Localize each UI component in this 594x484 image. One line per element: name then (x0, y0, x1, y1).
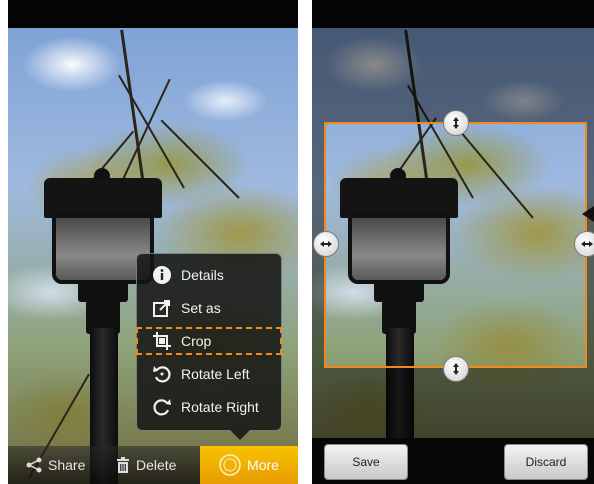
delete-label: Delete (136, 457, 177, 473)
trash-icon (116, 457, 130, 473)
crop-handle-right[interactable] (574, 231, 594, 257)
vertical-arrows-icon (453, 117, 459, 129)
pointer-arrow-icon (582, 206, 594, 222)
discard-label: Discard (525, 455, 567, 469)
action-bar: Share Delete More (8, 446, 298, 484)
status-bar (8, 0, 298, 28)
crop-handle-bottom[interactable] (443, 356, 469, 382)
set-as-icon (151, 297, 173, 319)
share-button[interactable]: Share (26, 446, 85, 484)
more-button[interactable]: More (200, 446, 298, 484)
more-icon (219, 454, 241, 476)
menu-item-label: Rotate Right (181, 399, 259, 415)
crop-screen: Save Discard (312, 0, 594, 484)
menu-pointer (230, 430, 250, 440)
discard-button[interactable]: Discard (504, 444, 588, 480)
rotate-left-icon (151, 363, 173, 385)
horizontal-arrows-icon (320, 241, 332, 247)
share-icon (26, 457, 42, 473)
crop-rectangle[interactable] (324, 122, 587, 368)
crop-handle-left[interactable] (313, 231, 339, 257)
tree-branch (118, 78, 171, 189)
status-bar (312, 0, 594, 28)
menu-item-label: Rotate Left (181, 366, 250, 382)
tree-branch (160, 119, 240, 199)
horizontal-arrows-icon (581, 241, 593, 247)
menu-item-set-as[interactable]: Set as (151, 295, 221, 321)
menu-item-details[interactable]: Details (151, 262, 224, 288)
delete-button[interactable]: Delete (116, 446, 176, 484)
rotate-right-icon (151, 396, 173, 418)
menu-item-label: Details (181, 267, 224, 283)
menu-item-rotate-right[interactable]: Rotate Right (151, 394, 259, 420)
crop-handle-top[interactable] (443, 110, 469, 136)
lamp-base (78, 280, 128, 302)
share-label: Share (48, 457, 86, 473)
more-label: More (247, 457, 279, 473)
menu-item-rotate-left[interactable]: Rotate Left (151, 361, 250, 387)
save-button[interactable]: Save (324, 444, 408, 480)
menu-item-label: Set as (181, 300, 221, 316)
crop-highlight-marker (136, 327, 282, 355)
save-label: Save (352, 455, 380, 469)
vertical-arrows-icon (453, 363, 459, 375)
info-icon (151, 264, 173, 286)
crop-dim-top (312, 28, 594, 122)
lamp-cap (44, 178, 162, 218)
